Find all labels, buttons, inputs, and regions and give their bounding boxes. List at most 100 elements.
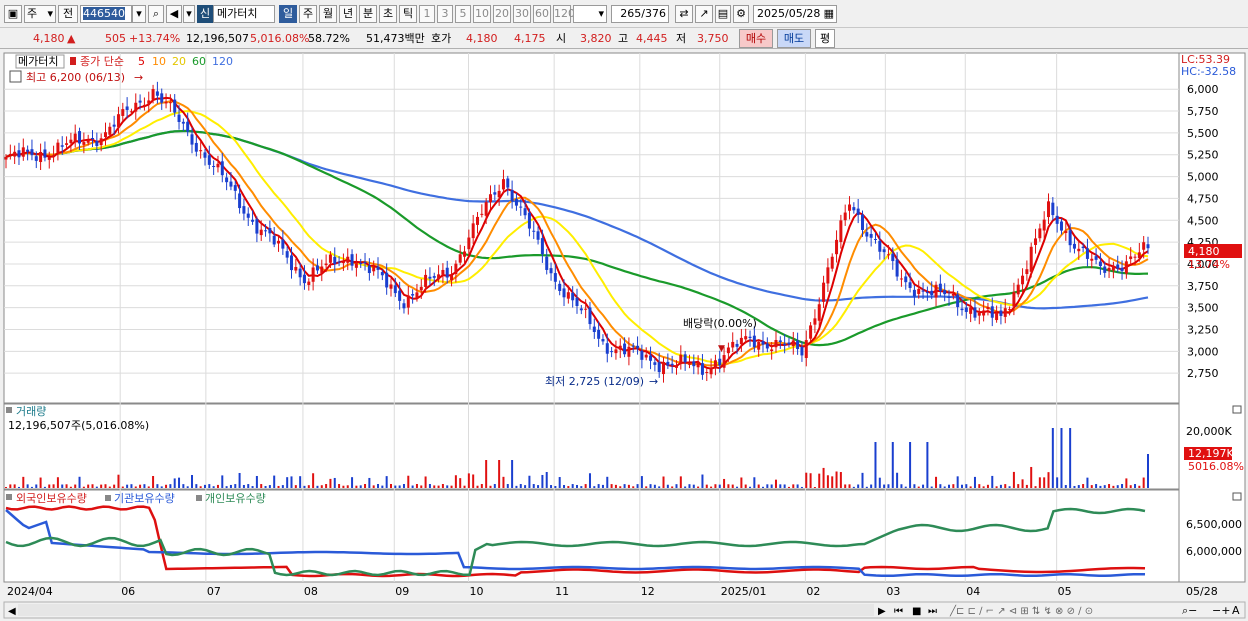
speaker-dropdown-icon[interactable]: ▾ (183, 5, 195, 23)
volume-bar (1004, 484, 1007, 488)
interval-30[interactable]: 30 (513, 5, 531, 23)
stock-name-field[interactable]: 메가터치 (213, 5, 275, 23)
volume-bar (749, 486, 752, 488)
volume-bar (930, 486, 933, 488)
volume-bar (956, 476, 959, 488)
scrollbar-track[interactable] (18, 604, 874, 616)
scroll-left-icon[interactable]: ◀ (8, 606, 16, 617)
font-size-icon[interactable]: A (1232, 604, 1240, 617)
candle-body (519, 206, 523, 208)
interval-custom-input[interactable]: ▾ (573, 5, 607, 23)
volume-bar (727, 484, 730, 488)
volume-bar (5, 487, 7, 488)
candle-body (26, 149, 30, 152)
tab-year[interactable]: 년 (339, 5, 357, 23)
volume-bar (887, 484, 890, 488)
drawing-tools-icon[interactable]: ╱⊏ ⊏ ∕ ⌐ ↗ ⊲ ⊞ ⇅ ↯ ⊗ ⊘ ∕ ⊙ (949, 604, 1093, 617)
volume-bar (857, 484, 860, 488)
candle-body (65, 143, 69, 145)
stock-code-input[interactable]: 446540 (80, 5, 132, 23)
candle-body (259, 229, 263, 236)
candle-body (917, 288, 921, 294)
tab-month[interactable]: 월 (319, 5, 337, 23)
candle-body (653, 362, 657, 365)
volume-bar (545, 472, 548, 488)
interval-120[interactable]: 120 (553, 5, 575, 23)
calendar-icon[interactable] (9, 70, 22, 83)
volume-bar (783, 484, 786, 488)
scroll-right-icon[interactable]: ▶ (878, 606, 886, 617)
volume-bar (329, 478, 332, 488)
tab-second[interactable]: 초 (379, 5, 397, 23)
candle-body (428, 276, 432, 279)
compare-icon[interactable]: ⇄ (675, 5, 693, 23)
interval-3[interactable]: 3 (437, 5, 453, 23)
dividend-annotation: 배당락(0.00%) (683, 317, 757, 330)
tab-minute[interactable]: 분 (359, 5, 377, 23)
search-icon[interactable]: ⌕ (148, 5, 164, 23)
prev-button[interactable]: 전 (58, 5, 78, 23)
candle-body (328, 254, 332, 263)
buy-button[interactable]: 매수 (739, 29, 773, 48)
market-select[interactable]: 주 ▾ (24, 5, 56, 23)
candle-body (138, 100, 142, 103)
evaluate-button[interactable]: 평 (815, 29, 835, 48)
count-value: 265 (620, 7, 642, 20)
volume-bar (39, 477, 42, 488)
volume-bar (831, 476, 834, 488)
stop-icon[interactable]: ■ (912, 606, 921, 617)
save-icon[interactable]: ▤ (715, 5, 731, 23)
interval-60[interactable]: 60 (533, 5, 551, 23)
sell-button[interactable]: 매도 (777, 29, 811, 48)
candle-body (964, 307, 968, 312)
volume-bar (861, 472, 864, 488)
draw-tool-icon[interactable]: ↗ (695, 5, 713, 23)
volume-bar (935, 476, 938, 488)
tab-tick[interactable]: 틱 (399, 5, 417, 23)
gear-icon[interactable]: ⚙ (733, 5, 749, 23)
holding-panel-close-icon[interactable] (1232, 492, 1242, 501)
volume-bar (1090, 485, 1093, 488)
volume-bar (281, 485, 284, 488)
tab-week[interactable]: 주 (299, 5, 317, 23)
candle-body (800, 346, 804, 356)
holding-axis-label-2: 6,000,000 (1186, 545, 1242, 558)
code-dropdown-icon[interactable]: ▾ (132, 5, 146, 23)
candle-body (406, 295, 410, 308)
calendar-icon[interactable]: ▦ (824, 6, 834, 22)
ma-legend-marker (70, 57, 76, 65)
zoom-out-icon[interactable]: ⌕− (1182, 604, 1197, 617)
last-page-icon[interactable]: ⏭ (928, 606, 937, 617)
current-price: 4,180 (33, 32, 65, 45)
date-field[interactable]: 2025/05/28 ▦ (753, 5, 837, 23)
volume-bar (307, 485, 310, 488)
price-tick-label: 5,250 (1187, 149, 1219, 162)
interval-1[interactable]: 1 (419, 5, 435, 23)
candle-body (813, 318, 817, 325)
window-menu-icon[interactable]: ▣ (4, 5, 22, 23)
candle-body (160, 93, 164, 103)
volume-panel-close-icon[interactable] (1232, 405, 1242, 414)
volume-bar (52, 484, 55, 488)
volume-bar (580, 486, 583, 488)
tab-day[interactable]: 일 (279, 5, 297, 23)
first-page-icon[interactable]: ⏮ (894, 606, 903, 617)
volume-bar (303, 485, 306, 488)
interval-10[interactable]: 10 (473, 5, 491, 23)
interval-20[interactable]: 20 (493, 5, 511, 23)
candle-body (796, 340, 800, 350)
volume-bar (900, 484, 903, 488)
candle-body (233, 185, 237, 191)
volume-bar (515, 485, 518, 488)
count-field[interactable]: 265/376 (611, 5, 669, 23)
price-tick-label: 3,000 (1187, 345, 1219, 358)
stock-chart[interactable]: 6,0005,7505,5005,2505,0004,7504,5004,250… (0, 50, 1248, 621)
volume-bar (532, 484, 535, 488)
candle-body (47, 157, 51, 160)
speaker-icon[interactable]: ◀ (166, 5, 182, 23)
candle-body (255, 219, 259, 234)
zoom-in-icon[interactable]: −+ (1212, 604, 1230, 617)
volume-bar (428, 484, 431, 488)
interval-5[interactable]: 5 (455, 5, 471, 23)
legend-marker (196, 495, 202, 501)
